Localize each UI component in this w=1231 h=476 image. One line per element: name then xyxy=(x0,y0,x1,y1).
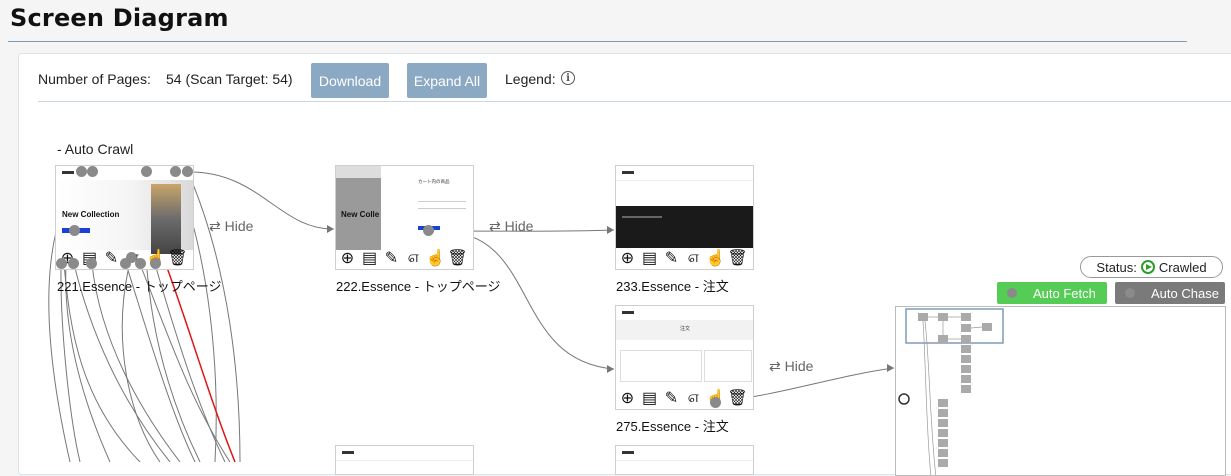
trash-icon[interactable]: 🗑 xyxy=(727,249,747,268)
document-icon[interactable]: ▤ xyxy=(640,389,659,408)
snail-icon[interactable]: ௭ xyxy=(404,249,423,268)
connector-dot[interactable] xyxy=(170,166,181,177)
zoom-in-icon[interactable]: ⊕ xyxy=(338,249,357,268)
edit-icon[interactable]: ✎ xyxy=(382,249,401,268)
status-label: Status: xyxy=(1096,259,1137,275)
cart-title: カート内の商品 xyxy=(418,179,450,184)
minimap[interactable] xyxy=(895,306,1226,476)
play-circle-icon xyxy=(1140,260,1155,274)
trash-icon[interactable]: 🗑 xyxy=(167,249,187,268)
dot-icon xyxy=(1007,288,1017,298)
snail-icon[interactable]: ௭ xyxy=(684,249,703,268)
connector-dot[interactable] xyxy=(87,166,98,177)
status-value: Crawled xyxy=(1158,259,1207,275)
hand-pointer-icon[interactable]: ☝ xyxy=(706,249,726,268)
connector-dot[interactable] xyxy=(68,258,79,269)
connector-dot[interactable] xyxy=(710,397,721,408)
edit-icon[interactable]: ✎ xyxy=(102,249,121,268)
node-action-bar: ⊕ ▤ ✎ ௭ ☝ 🗑 xyxy=(616,387,753,409)
zoom-in-icon[interactable]: ⊕ xyxy=(618,249,637,268)
edit-icon[interactable]: ✎ xyxy=(662,389,681,408)
edit-icon[interactable]: ✎ xyxy=(662,249,681,268)
auto-chase-label: Auto Chase xyxy=(1151,285,1219,301)
trash-icon[interactable]: 🗑 xyxy=(727,389,747,408)
auto-chase-tag[interactable]: Auto Chase xyxy=(1115,282,1225,304)
connector-dot[interactable] xyxy=(423,225,434,236)
document-icon[interactable]: ▤ xyxy=(640,249,659,268)
connector-dot[interactable] xyxy=(69,225,80,236)
zoom-in-icon[interactable]: ⊕ xyxy=(618,389,637,408)
page-node-partial[interactable] xyxy=(335,445,474,475)
page-node-label: 222.Essence - トップページ xyxy=(336,279,501,294)
page-node-partial[interactable] xyxy=(615,445,754,475)
connector-dot[interactable] xyxy=(182,166,193,177)
page-node-233[interactable]: ⊕ ▤ ✎ ௭ ☝ 🗑 xyxy=(615,165,754,270)
connector-dot[interactable] xyxy=(141,166,152,177)
node-action-bar: ⊕ ▤ ✎ ௭ ☝ 🗑 xyxy=(336,247,473,269)
connector-dot[interactable] xyxy=(150,258,161,269)
minimap-canvas xyxy=(898,308,1004,475)
connector-dot[interactable] xyxy=(135,258,146,269)
auto-fetch-label: Auto Fetch xyxy=(1033,285,1096,301)
connector-dot[interactable] xyxy=(86,258,97,269)
hide-toggle-3[interactable]: ⇄ Hide xyxy=(769,358,813,375)
page-node-label: 233.Essence - 注文 xyxy=(616,279,729,294)
node-action-bar: ⊕ ▤ ✎ ௭ ☝ 🗑 xyxy=(616,247,753,269)
page-node-275[interactable]: 注文 ⊕ ▤ ✎ ௭ ☝ 🗑 xyxy=(615,305,754,410)
page-heading: 注文 xyxy=(680,326,691,332)
connector-dot[interactable] xyxy=(56,258,67,269)
hide-toggle-2[interactable]: ⇄ Hide xyxy=(489,218,533,235)
page-node-label: 275.Essence - 注文 xyxy=(616,419,729,434)
hand-pointer-icon[interactable]: ☝ xyxy=(426,249,446,268)
page-node-label: 221.Essence - トップページ xyxy=(57,279,222,294)
dot-icon xyxy=(1125,288,1135,298)
status-pill: Status: Crawled xyxy=(1080,256,1223,278)
page-node-221[interactable]: New Collection ⊕ ▤ ✎ ௭ ☝ 🗑 xyxy=(55,165,194,270)
snail-icon[interactable]: ௭ xyxy=(684,389,703,408)
page-node-222[interactable]: New Colle カート内の商品 ⊕ ▤ ✎ ௭ ☝ 🗑 xyxy=(335,165,474,270)
hero-title: New Collection xyxy=(62,210,120,219)
connector-dot[interactable] xyxy=(76,166,87,177)
trash-icon[interactable]: 🗑 xyxy=(447,249,467,268)
hide-toggle-1[interactable]: ⇄ Hide xyxy=(209,218,253,235)
document-icon[interactable]: ▤ xyxy=(360,249,379,268)
hero-title: New Colle xyxy=(341,210,380,219)
auto-fetch-tag[interactable]: Auto Fetch xyxy=(997,282,1107,304)
